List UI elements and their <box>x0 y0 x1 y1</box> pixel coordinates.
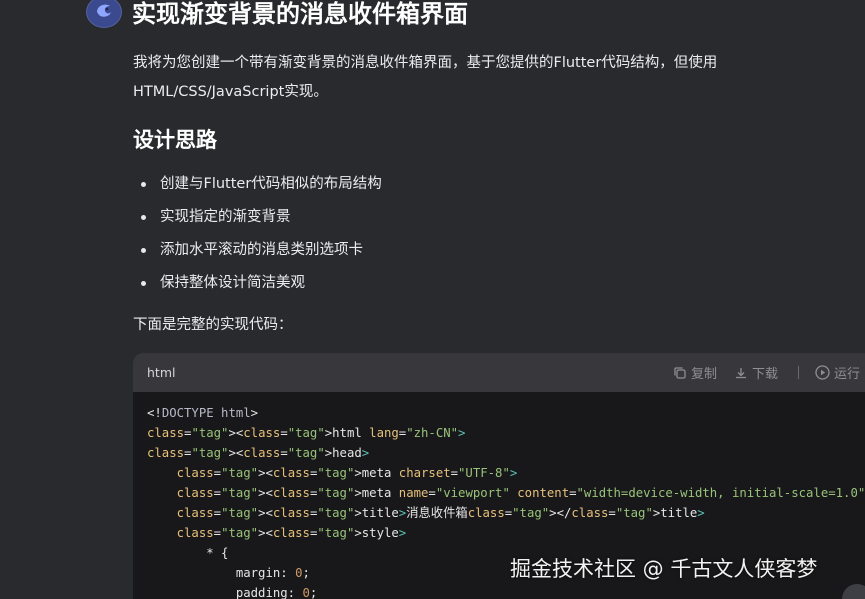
code-line: class="tag">< <box>147 426 244 440</box>
copy-icon <box>673 366 687 380</box>
code-line: * { <box>147 546 229 560</box>
assistant-avatar <box>86 0 122 28</box>
download-label: 下载 <box>752 367 779 382</box>
list-item: 添加水平滚动的消息类别选项卡 <box>133 236 382 269</box>
code-line: class="tag">< <box>176 466 273 480</box>
code-line: margin: 0; <box>147 566 310 580</box>
list-item: 创建与Flutter代码相似的布局结构 <box>133 170 382 203</box>
download-icon <box>734 366 748 380</box>
copy-label: 复制 <box>691 367 718 382</box>
code-language-label: html <box>147 365 176 380</box>
list-item: 保持整体设计简洁美观 <box>133 269 382 302</box>
download-button[interactable]: 下载 <box>734 363 778 382</box>
play-icon <box>815 365 830 380</box>
run-label: 运行 <box>834 367 861 382</box>
section-heading: 设计思路 <box>133 128 217 152</box>
code-lead-text: 下面是完整的实现代码： <box>133 317 293 333</box>
intro-paragraph: 我将为您创建一个带有渐变背景的消息收件箱界面，基于您提供的Flutter代码结构… <box>133 55 718 100</box>
code-line: class="tag">< <box>176 506 273 520</box>
design-bullet-list: 创建与Flutter代码相似的布局结构 实现指定的渐变背景 添加水平滚动的消息类… <box>133 170 382 302</box>
list-item: 实现指定的渐变背景 <box>133 203 382 236</box>
page-title: 实现渐变背景的消息收件箱界面 <box>132 0 468 28</box>
code-line: padding: 0; <box>147 586 318 599</box>
code-line: class="tag">< <box>147 446 244 460</box>
action-divider <box>798 366 800 379</box>
code-actions: 复制 下载 运行 <box>673 353 860 392</box>
code-line: class="tag">< <box>176 526 273 540</box>
run-button[interactable]: 运行 <box>815 363 860 382</box>
chat-page: 实现渐变背景的消息收件箱界面 我将为您创建一个带有渐变背景的消息收件箱界面，基于… <box>0 0 865 599</box>
code-line: <!DOCTYPE html> <box>147 406 259 420</box>
copy-button[interactable]: 复制 <box>673 363 717 382</box>
code-line: class="tag">< <box>176 486 273 500</box>
assistant-logo-icon <box>94 0 114 24</box>
watermark: 掘金技术社区 @ 千古文人侠客梦 <box>510 557 818 581</box>
code-block-header: html 复制 下载 运行 <box>133 353 865 392</box>
